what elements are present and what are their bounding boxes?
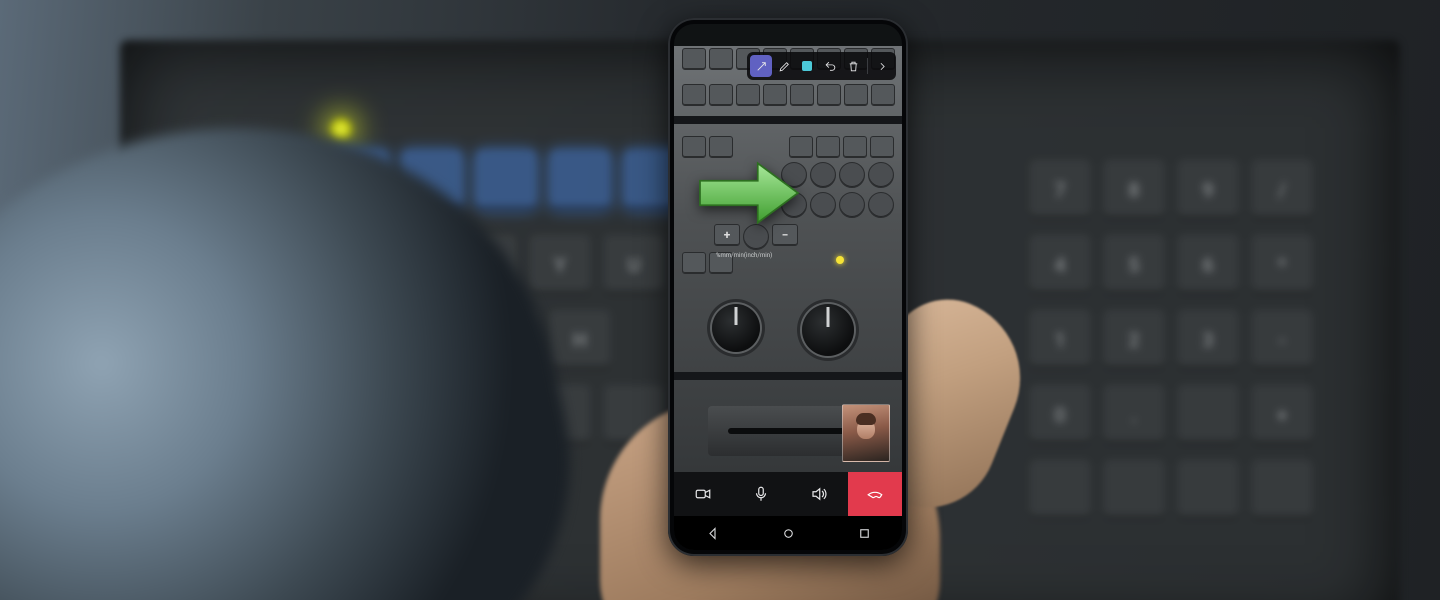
mic-toggle-button[interactable]: [732, 472, 790, 516]
android-nav-bar: [674, 516, 902, 550]
bg-numpad-key: 8: [1104, 160, 1164, 220]
bg-numpad-key: [1252, 460, 1312, 520]
color-swatch-icon: [802, 61, 812, 71]
status-bar: [674, 24, 902, 46]
speaker-toggle-button[interactable]: [790, 472, 848, 516]
undo-button[interactable]: [819, 55, 841, 77]
toolbar-divider: [867, 58, 868, 74]
bg-key: Y: [530, 235, 590, 295]
bg-numpad-key: /: [1252, 160, 1312, 220]
video-toggle-button[interactable]: [674, 472, 732, 516]
bg-numpad-key: [1030, 460, 1090, 520]
status-led: [330, 118, 352, 140]
ar-arrow-annotation[interactable]: [694, 158, 804, 228]
delete-button[interactable]: [842, 55, 864, 77]
bg-numpad-key: -: [1252, 310, 1312, 370]
bg-key: [604, 385, 664, 445]
bg-numpad-key: 3: [1178, 310, 1238, 370]
scene-photo: Q W E R T Y U A S D F G H Z 7 8: [0, 0, 1440, 600]
call-control-bar: [674, 472, 902, 516]
bg-numpad-key: [1104, 460, 1164, 520]
end-call-button[interactable]: [848, 472, 902, 516]
bg-numpad-key: +: [1252, 385, 1312, 445]
bg-numpad-key: *: [1252, 235, 1312, 295]
bg-numpad-key: 2: [1104, 310, 1164, 370]
bg-numpad-key: .: [1104, 385, 1164, 445]
bg-key: U: [604, 235, 664, 295]
bg-numpad-key: 0: [1030, 385, 1090, 445]
annotation-toolbar: [747, 52, 896, 80]
bg-numpad-key: [1178, 460, 1238, 520]
bg-numpad-key: 9: [1178, 160, 1238, 220]
indicator-led-icon: [836, 256, 844, 264]
bg-key: H: [550, 310, 610, 370]
bg-numpad-key: [1178, 385, 1238, 445]
bg-fn-key: [476, 150, 536, 210]
nav-recent-button[interactable]: [844, 516, 884, 550]
arrow-tool-button[interactable]: [750, 55, 772, 77]
phone-screen: + − %mm/min(inch/min): [674, 24, 902, 550]
expand-button[interactable]: [871, 55, 893, 77]
bg-numpad-key: 5: [1104, 235, 1164, 295]
color-tool-button[interactable]: [796, 55, 818, 77]
rotary-knob: [712, 304, 760, 352]
smartphone: + − %mm/min(inch/min): [668, 18, 908, 556]
pip-remote-video[interactable]: [842, 404, 890, 462]
nav-home-button[interactable]: [768, 516, 808, 550]
rotary-knob: [802, 304, 854, 356]
pen-tool-button[interactable]: [773, 55, 795, 77]
nav-back-button[interactable]: [692, 516, 732, 550]
bg-numpad-key: 7: [1030, 160, 1090, 220]
bg-numpad-key: 4: [1030, 235, 1090, 295]
feed-rate-label: %mm/min(inch/min): [716, 252, 772, 259]
camera-ar-view[interactable]: + − %mm/min(inch/min): [674, 46, 902, 472]
bg-fn-key: [550, 150, 610, 210]
bg-numpad-key: 6: [1178, 235, 1238, 295]
bg-numpad-key: 1: [1030, 310, 1090, 370]
